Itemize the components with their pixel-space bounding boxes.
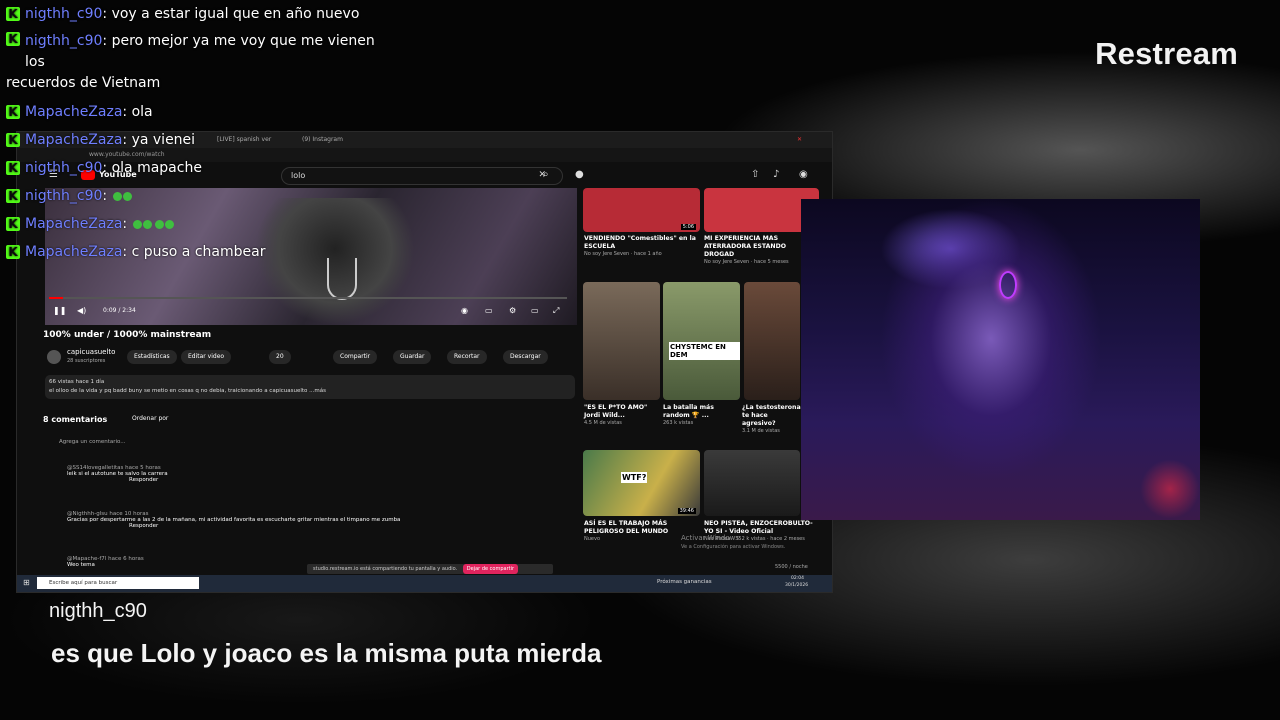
comment-item: @SS14lovegalletitas hace 5 horas leik si… [67, 465, 168, 483]
recommended-video[interactable]: "ES EL P*TO AMO" Jordi Wild... 4.5 M de v… [584, 404, 659, 426]
video-thumbnail[interactable]: CHYSTEMC EN DEM [663, 282, 740, 400]
channel-avatar[interactable] [47, 350, 61, 364]
chat-username: nigthh_c90 [25, 33, 103, 49]
search-icon[interactable]: ⌕ [543, 169, 549, 180]
kick-badge-icon: K [6, 161, 20, 175]
clock-time: 02:04 [791, 576, 804, 581]
chat-username: MapacheZaza [25, 104, 123, 120]
recommended-video[interactable]: MI EXPERIENCIA MAS ATERRADORA ESTANDO DR… [704, 235, 816, 265]
kick-badge-icon: K [6, 217, 20, 231]
kick-badge-icon: K [6, 133, 20, 147]
kick-badge-icon: K [6, 7, 20, 21]
restream-watermark: Restream [1095, 36, 1238, 71]
webcam-glow [1140, 459, 1200, 519]
featured-message-text: es que Lolo y joaco es la misma puta mie… [51, 638, 602, 668]
share-button[interactable]: Compartir [333, 350, 378, 364]
autoplay-icon[interactable]: ◉ [461, 306, 468, 315]
video-time: 0:09 / 2:34 [103, 307, 136, 314]
microphone-icon[interactable]: ● [575, 169, 584, 180]
chat-message: K MapacheZaza: ola [6, 98, 396, 126]
chat-message: K MapacheZaza: c puso a chambear [6, 238, 396, 266]
comment-item: @Mapache-f7l hace 6 horas Weo tema [67, 556, 144, 568]
sort-comments-button[interactable]: Ordenar por [132, 415, 168, 422]
add-comment-input[interactable]: Agrega un comentario... [59, 439, 126, 445]
kick-badge-icon: K [6, 245, 20, 259]
webcam-feed [801, 199, 1200, 520]
chat-message: K MapacheZaza: [6, 210, 396, 238]
stats-button[interactable]: Estadísticas [127, 350, 177, 364]
description-stats: 66 vistas hace 1 día [49, 379, 105, 385]
video-description[interactable]: 66 vistas hace 1 día el olloo de la vida… [45, 375, 575, 399]
kick-badge-icon: K [6, 189, 20, 203]
kick-badge-icon: K [6, 105, 20, 119]
chat-message: Knigthh_c90: pero mejor ya me voy que me… [6, 28, 396, 98]
like-button[interactable]: 20 [269, 350, 291, 364]
chat-message: Knigthh_c90: ola mapache [6, 154, 396, 182]
reply-button[interactable]: Responder [129, 523, 158, 529]
video-thumbnail[interactable] [744, 282, 800, 400]
activate-windows-subtext: Ve a Configuración para activar Windows. [681, 544, 786, 550]
pepe-emote-icon [132, 216, 154, 232]
edit-video-button[interactable]: Editar video [181, 350, 232, 364]
featured-message-username: nigthh_c90 [49, 600, 147, 622]
price-label: 5500 / noche [775, 564, 808, 570]
windows-taskbar: ⊞ Escribe aquí para buscar Próximas gana… [17, 575, 832, 592]
video-thumbnail[interactable] [583, 282, 660, 400]
video-thumbnail[interactable] [704, 450, 800, 516]
chat-username: nigthh_c90 [25, 160, 103, 176]
miniplayer-icon[interactable]: ▭ [531, 306, 539, 315]
chat-text: ya vienei [131, 132, 196, 148]
chat-username: MapacheZaza [25, 132, 123, 148]
chat-username: nigthh_c90 [25, 6, 103, 22]
chat-text: voy a estar igual que en año nuevo [111, 6, 360, 22]
chat-overlay: Knigthh_c90: voy a estar igual que en añ… [6, 0, 396, 266]
chat-username: MapacheZaza [25, 244, 123, 260]
recommended-video[interactable]: VENDIENDO "Comestibles" en la ESCUELA No … [584, 235, 699, 257]
comment-item: @Nigthhh-glsu hace 10 horas Gracias por … [67, 511, 401, 529]
video-thumbnail[interactable]: 5:06 [583, 188, 700, 232]
fullscreen-icon[interactable]: ⤢ [553, 306, 559, 316]
pepe-emote-icon [154, 216, 176, 232]
subtitles-icon[interactable]: ▭ [485, 306, 493, 315]
settings-icon[interactable]: ⚙ [509, 306, 516, 315]
close-icon[interactable]: ✕ [797, 136, 802, 143]
chat-message: Knigthh_c90: voy a estar igual que en añ… [6, 0, 396, 28]
chat-message: K MapacheZaza: ya vienei [6, 126, 396, 154]
chat-username: nigthh_c90 [25, 188, 103, 204]
clip-button[interactable]: Recortar [447, 350, 487, 364]
download-button[interactable]: Descargar [503, 350, 548, 364]
comments-count: 8 comentarios [43, 415, 108, 424]
subscriber-count: 28 suscriptores [67, 358, 106, 364]
description-text: el olloo de la vida y pq badd buny se me… [49, 388, 326, 394]
screen-share-bar: studio.restream.io está compartiendo tu … [307, 564, 553, 574]
stop-sharing-button[interactable]: Dejar de compartir [462, 564, 519, 574]
channel-name[interactable]: capicuasuelto [67, 348, 115, 356]
upload-icon[interactable]: ⇧ [751, 169, 759, 180]
chat-text: ola [131, 104, 153, 120]
taskbar-news[interactable]: Próximas ganancias [657, 579, 712, 585]
bell-icon[interactable]: ♪ [773, 169, 779, 180]
video-thumbnail[interactable]: WTF? 39:46 [583, 450, 700, 516]
recommended-video[interactable]: ¿La testosterona te hace agresivo? 3.1 M … [742, 404, 802, 434]
chat-text: ola mapache [111, 160, 202, 176]
chat-text: recuerdos de Vietnam [6, 75, 161, 91]
pause-icon[interactable]: ❚❚ [53, 306, 66, 315]
webcam-light [999, 271, 1017, 299]
pepe-emote-icon [112, 188, 134, 204]
save-button[interactable]: Guardar [393, 350, 432, 364]
taskbar-search-input[interactable]: Escribe aquí para buscar [37, 577, 199, 589]
chat-text: c puso a chambear [131, 244, 266, 260]
video-progress-bar[interactable] [49, 297, 567, 299]
chat-username: MapacheZaza [25, 216, 123, 232]
activate-windows-watermark: Activar Windows [681, 534, 739, 542]
volume-icon[interactable]: ◀) [77, 306, 86, 315]
recommended-video[interactable]: La batalla más random 🏆 ... 263 k vistas [663, 404, 740, 426]
kick-badge-icon: K [6, 32, 20, 46]
chat-message: Knigthh_c90: [6, 182, 396, 210]
video-title: 100% under / 1000% mainstream [43, 330, 212, 340]
windows-start-icon[interactable]: ⊞ [23, 578, 30, 587]
reply-button[interactable]: Responder [129, 477, 158, 483]
clock-date: 30/1/2026 [785, 583, 809, 588]
avatar[interactable]: ◉ [799, 169, 808, 180]
